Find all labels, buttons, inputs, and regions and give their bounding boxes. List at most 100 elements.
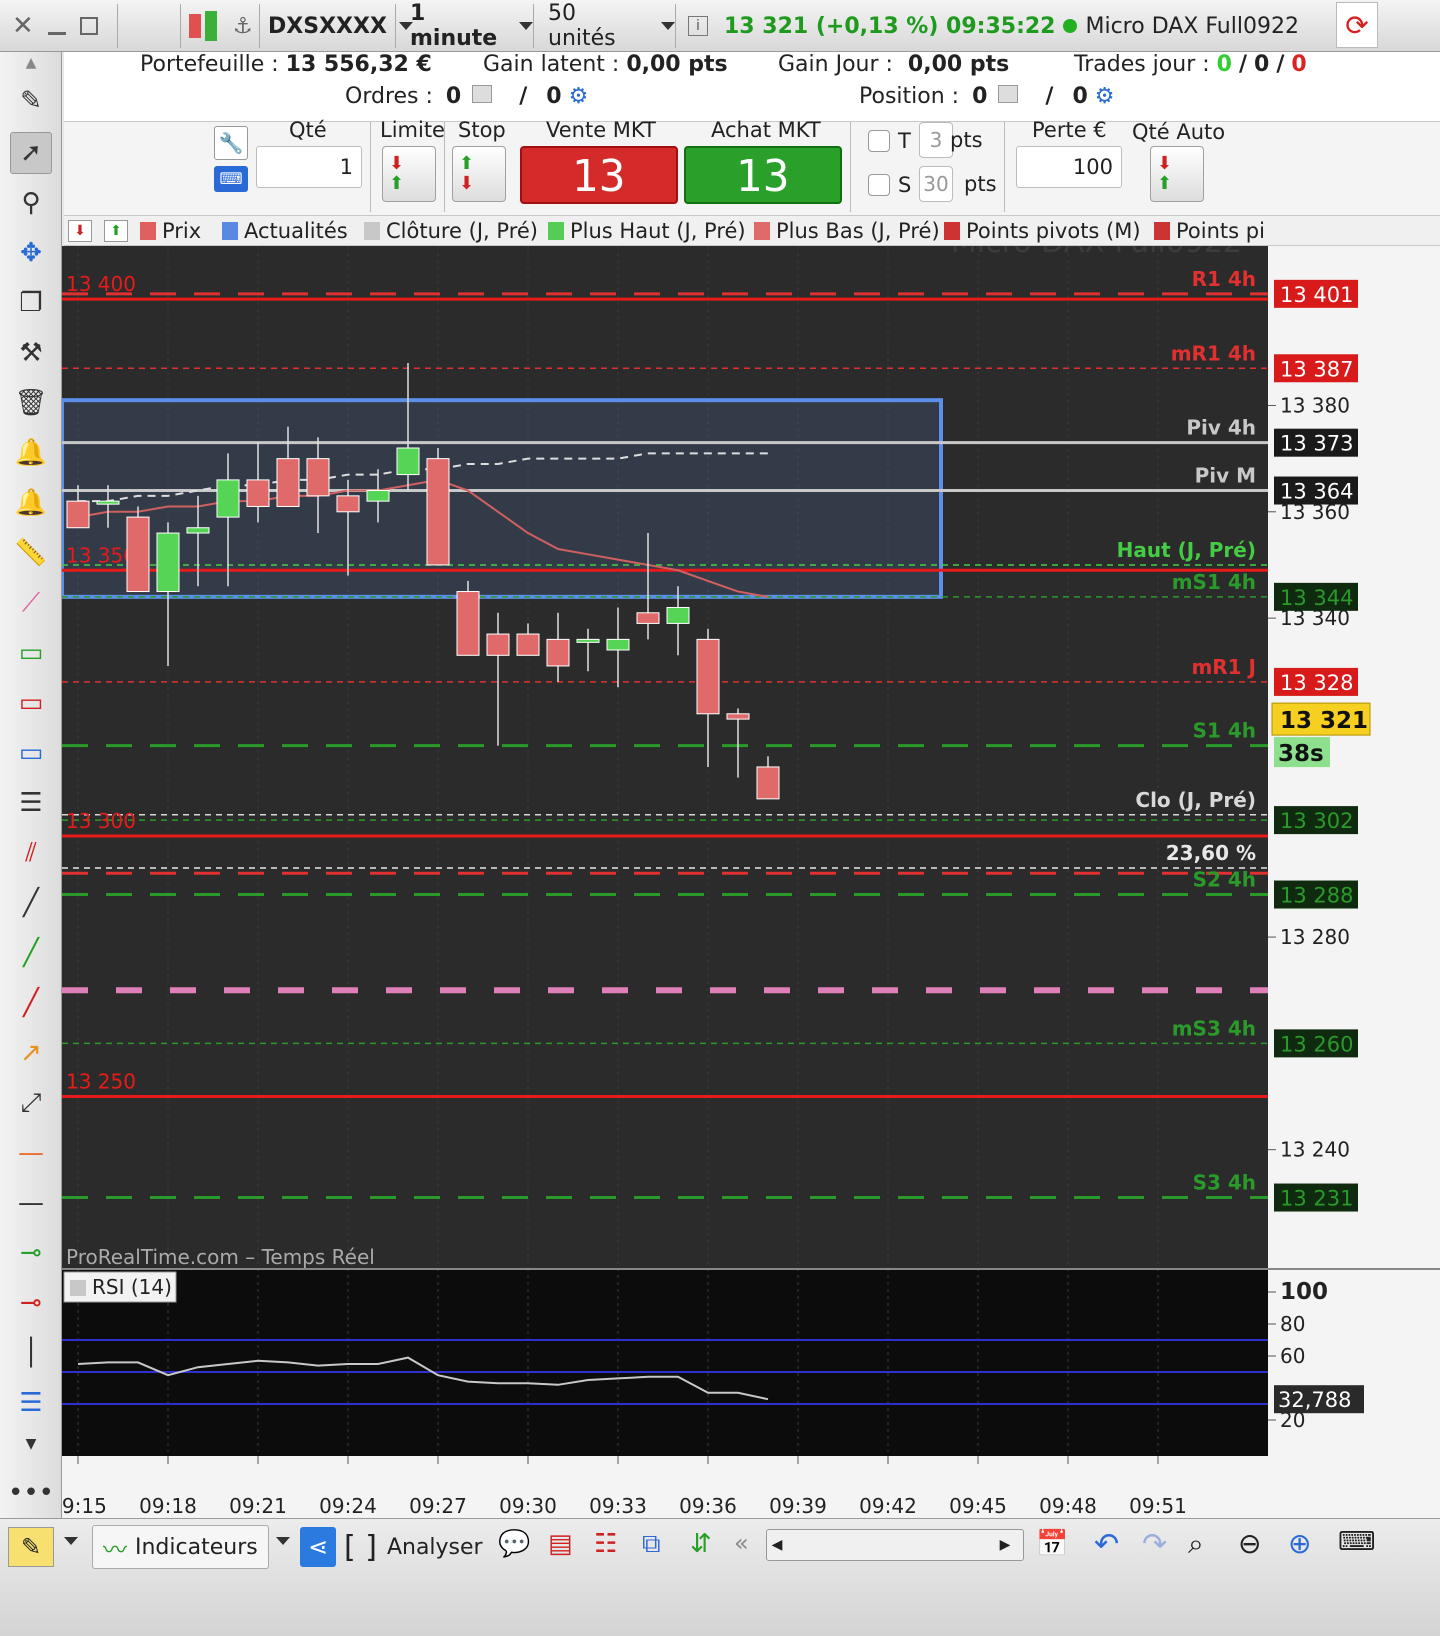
link-icon[interactable]: ⚓ bbox=[233, 14, 253, 39]
double-chevron-left-icon[interactable]: « bbox=[734, 1529, 749, 1557]
candle-body[interactable] bbox=[456, 591, 480, 656]
stop-input[interactable]: 30 bbox=[919, 166, 953, 202]
candle-body[interactable] bbox=[516, 633, 540, 656]
line-green-icon[interactable]: ╱ bbox=[10, 932, 52, 974]
orders-box-icon[interactable] bbox=[472, 85, 493, 103]
calendar-icon[interactable]: 📅 bbox=[1036, 1529, 1068, 1559]
candle-body[interactable] bbox=[726, 713, 750, 720]
rectangle-add-icon[interactable]: ▭ bbox=[10, 632, 52, 674]
orderbook-icon[interactable]: ☷ bbox=[594, 1529, 617, 1559]
wrench-icon[interactable]: 🔧 bbox=[214, 126, 248, 160]
trendline-icon[interactable]: ⤢ bbox=[10, 1082, 52, 1124]
stop-checkbox[interactable] bbox=[868, 174, 890, 196]
candle-body[interactable] bbox=[696, 638, 720, 715]
channel-icon[interactable]: ⫽ bbox=[10, 832, 52, 874]
alert-bell-cross-icon[interactable]: 🔔 bbox=[10, 432, 52, 474]
candle-body[interactable] bbox=[96, 500, 120, 505]
candle-body[interactable] bbox=[636, 612, 660, 624]
gears-icon[interactable]: ⚙ bbox=[1095, 84, 1115, 109]
units-select[interactable]: 50 unités bbox=[538, 1, 676, 51]
zoom-in-icon[interactable]: ⊕ bbox=[1288, 1527, 1311, 1560]
tools-icon[interactable]: ⚒ bbox=[10, 332, 52, 374]
scroll-right-icon[interactable]: ▶ bbox=[995, 1537, 1015, 1553]
alert-bell-icon[interactable]: 🔔 bbox=[10, 482, 52, 524]
chat-icon[interactable]: 💬 bbox=[498, 1529, 530, 1559]
scroll-track[interactable] bbox=[787, 1531, 995, 1559]
report-icon[interactable]: ▤ bbox=[548, 1529, 573, 1559]
hline-red-icon[interactable]: ⊸ bbox=[10, 1282, 52, 1324]
refresh-icon[interactable]: ⟳ bbox=[1336, 2, 1378, 48]
fibonacci-icon[interactable]: ☰ bbox=[10, 782, 52, 824]
zoom-icon[interactable]: ⚲ bbox=[10, 182, 52, 224]
legend-item[interactable]: Points pivots (M) bbox=[944, 218, 1141, 244]
instrument-select[interactable]: DXSXXXX bbox=[264, 4, 413, 48]
target-checkbox[interactable] bbox=[868, 130, 890, 152]
up-arrow-box-icon[interactable]: ⬆ bbox=[104, 218, 128, 244]
pencil-icon[interactable]: ✎ bbox=[10, 80, 52, 122]
limit-order-button[interactable]: ⬇ ⬆ bbox=[382, 146, 436, 202]
candle-body[interactable] bbox=[216, 479, 240, 518]
info-icon[interactable]: i bbox=[688, 16, 708, 36]
hline-orange-icon[interactable]: — bbox=[10, 1132, 52, 1174]
zoom-fit-icon[interactable]: ⌕ bbox=[1188, 1527, 1204, 1561]
candle-body[interactable] bbox=[186, 527, 210, 534]
windows-icon[interactable]: ⧉ bbox=[642, 1529, 661, 1560]
vline-icon[interactable]: │ bbox=[10, 1332, 52, 1374]
legend-item[interactable]: Prix bbox=[140, 218, 201, 244]
chevron-down-icon[interactable] bbox=[64, 1537, 78, 1545]
ruler-icon[interactable]: 📏 bbox=[10, 532, 52, 574]
keyboard-icon[interactable]: ⌨ bbox=[1338, 1527, 1376, 1557]
more-icon[interactable]: ••• bbox=[8, 1472, 54, 1514]
scroll-up-icon[interactable]: ▲ bbox=[10, 54, 52, 72]
candle-body[interactable] bbox=[666, 606, 690, 624]
scroll-left-icon[interactable]: ◀ bbox=[767, 1537, 787, 1553]
stop-order-button[interactable]: ⬆ ⬇ bbox=[452, 146, 506, 202]
fib-blue-icon[interactable]: ☰ bbox=[10, 1382, 52, 1424]
legend-item[interactable]: Actualités bbox=[222, 218, 348, 244]
trash-icon[interactable]: 🗑 bbox=[10, 382, 52, 424]
auto-qty-button[interactable]: ⬇ ⬆ bbox=[1150, 146, 1204, 202]
indicators-button[interactable]: 〰 Indicateurs bbox=[92, 1525, 269, 1569]
legend-item[interactable]: Points pi bbox=[1154, 218, 1265, 244]
maximize-icon[interactable] bbox=[79, 17, 98, 35]
style-icon[interactable]: ✎ bbox=[8, 1527, 54, 1567]
minimize-icon[interactable] bbox=[47, 31, 66, 35]
loss-input[interactable]: 100 bbox=[1016, 146, 1122, 188]
position-box-icon[interactable] bbox=[998, 85, 1019, 103]
rectangle-blue-icon[interactable]: ▭ bbox=[10, 732, 52, 774]
candle-body[interactable] bbox=[66, 500, 90, 529]
candle-body[interactable] bbox=[366, 490, 390, 502]
trading-icon[interactable]: ⇵ bbox=[690, 1529, 712, 1559]
scroll-down-icon[interactable]: ▼ bbox=[10, 1434, 52, 1454]
candle-body[interactable] bbox=[576, 638, 600, 643]
chart-type-button[interactable]: ⚓ bbox=[180, 4, 260, 48]
target-input[interactable]: 3 bbox=[919, 122, 953, 158]
candle-body[interactable] bbox=[486, 633, 510, 656]
line-black-icon[interactable]: ╱ bbox=[10, 882, 52, 924]
legend-item[interactable]: Clôture (J, Pré) bbox=[364, 218, 538, 244]
share-icon[interactable]: ⋖ bbox=[300, 1527, 336, 1567]
sell-market-button[interactable]: 13 319 bbox=[520, 146, 678, 260]
redo-icon[interactable]: ↷ bbox=[1142, 1527, 1167, 1562]
down-arrow-box-icon[interactable]: ⬇ bbox=[68, 218, 92, 244]
candle-body[interactable] bbox=[756, 766, 780, 800]
close-icon[interactable]: ✕ bbox=[12, 11, 34, 41]
chart-area[interactable]: Micro DAX Full0922 09:15 09:18 09:21 09:24 09… bbox=[62, 246, 1440, 1518]
candle-body[interactable] bbox=[546, 638, 570, 667]
candle-body[interactable] bbox=[156, 532, 180, 593]
candle-body[interactable] bbox=[126, 516, 150, 593]
candle-body[interactable] bbox=[276, 458, 300, 507]
qty-input[interactable]: 1 bbox=[256, 146, 362, 188]
zone-rectangle[interactable] bbox=[62, 398, 943, 599]
keyboard-icon[interactable]: ⌨ bbox=[214, 166, 248, 192]
rectangle-red-icon[interactable]: ▭ bbox=[10, 682, 52, 724]
line-red-icon[interactable]: ╱ bbox=[10, 982, 52, 1024]
segment-icon[interactable]: ⟋ bbox=[10, 582, 52, 624]
gears-icon[interactable]: ⚙ bbox=[569, 84, 589, 109]
pointer-icon[interactable]: ➚ bbox=[10, 132, 52, 174]
candle-body[interactable] bbox=[396, 447, 420, 476]
candle-body[interactable] bbox=[336, 495, 360, 513]
zoom-out-icon[interactable]: ⊖ bbox=[1238, 1527, 1261, 1560]
hline-green-icon[interactable]: ⊸ bbox=[10, 1232, 52, 1274]
candle-body[interactable] bbox=[246, 479, 270, 507]
